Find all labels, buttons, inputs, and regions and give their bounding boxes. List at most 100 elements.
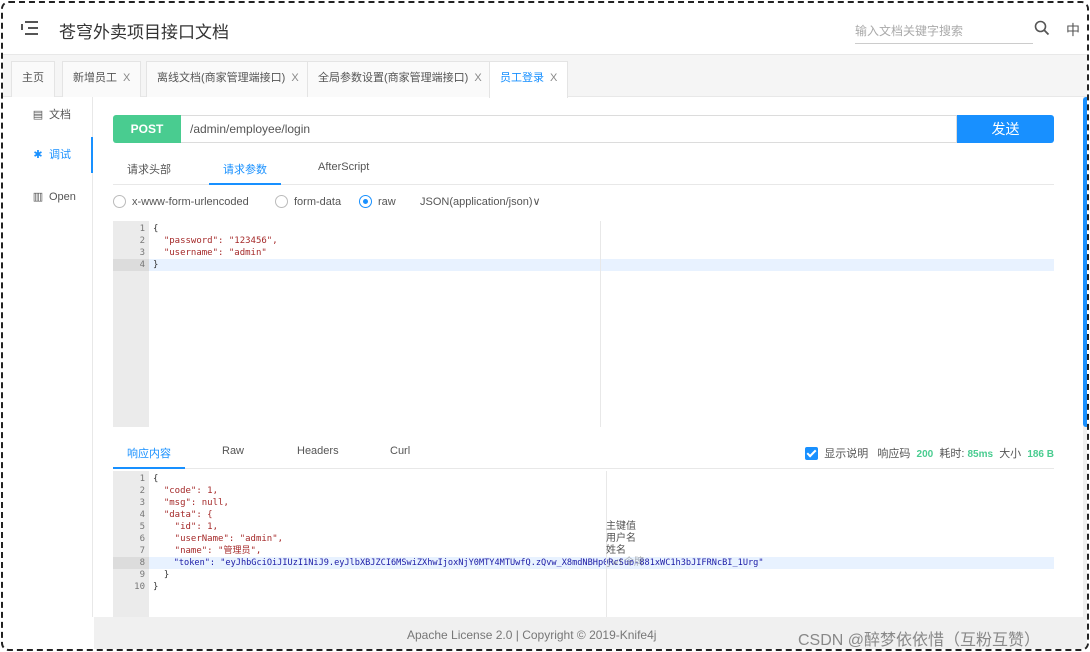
nav-item-document[interactable]: ▤ 文档 bbox=[3, 97, 93, 133]
response-meta: 显示说明 响应码 200 耗时: 85ms 大小 186 B bbox=[805, 445, 1054, 461]
line-number: 1 bbox=[139, 224, 145, 234]
tab-home[interactable]: 主页 bbox=[11, 61, 55, 97]
tab-offline-doc[interactable]: 离线文档(商家管理端接口) X bbox=[146, 61, 310, 97]
code-line: "id": 1, bbox=[153, 522, 219, 532]
code-line: } bbox=[153, 582, 159, 592]
tab-add-employee[interactable]: 新增员工 X bbox=[62, 61, 142, 97]
footer-copyright: Apache License 2.0 | Copyright © 2019-Kn… bbox=[407, 628, 657, 642]
file-icon: ▥ bbox=[32, 191, 44, 203]
field-description: 姓名 bbox=[606, 545, 626, 556]
watermark: CSDN @醉梦依依惜（互粉互赞） bbox=[798, 632, 1041, 649]
debug-panel: POST 发送 请求头部 请求参数 AfterScript x-www-form… bbox=[94, 97, 1084, 617]
vertical-scrollbar[interactable] bbox=[1083, 97, 1087, 617]
show-desc-label: 显示说明 bbox=[824, 448, 869, 460]
close-icon[interactable]: X bbox=[550, 72, 557, 84]
line-number: 3 bbox=[139, 498, 145, 508]
radio-circle bbox=[113, 194, 126, 208]
radio-urlencoded[interactable]: x-www-form-urlencoded bbox=[113, 194, 249, 209]
radio-circle bbox=[275, 194, 288, 208]
http-method-badge: POST bbox=[113, 115, 181, 143]
editor-gutter: 1 2 3 4 5 6 7 8 9 10 bbox=[113, 471, 149, 617]
line-number: 5 bbox=[139, 522, 145, 532]
document-icon: ▤ bbox=[32, 109, 44, 121]
nav-item-debug[interactable]: ✱ 调试 bbox=[3, 137, 93, 173]
time-label: 耗时: bbox=[939, 448, 965, 460]
tab-label: 离线文档(商家管理端接口) bbox=[157, 72, 286, 84]
menu-fold-icon[interactable] bbox=[21, 20, 39, 36]
close-icon[interactable]: X bbox=[474, 72, 481, 84]
code-line: { bbox=[153, 474, 159, 484]
line-number: 2 bbox=[139, 236, 145, 246]
field-description: 用户名 bbox=[606, 533, 636, 544]
code-line: } bbox=[153, 570, 170, 580]
code-line: "code": 1, bbox=[153, 486, 219, 496]
line-number: 3 bbox=[139, 248, 145, 258]
tab-label: 新增员工 bbox=[73, 72, 117, 84]
side-nav: ▤ 文档 ✱ 调试 ▥ Open bbox=[3, 97, 93, 617]
radio-raw[interactable]: raw bbox=[359, 194, 396, 209]
editor-gutter: 1 2 3 4 bbox=[113, 221, 149, 427]
field-description: jwt令牌 bbox=[606, 557, 645, 568]
request-body-editor[interactable]: 1 2 3 4 { "password": "123456", "usernam… bbox=[113, 221, 1054, 427]
tab-response-content[interactable]: 响应内容 bbox=[113, 445, 185, 469]
tab-bar: 主页 新增员工 X 离线文档(商家管理端接口) X 全局参数设置(商家管理端接口) X… bbox=[3, 55, 1087, 98]
size-label: 大小 bbox=[999, 448, 1022, 460]
nav-item-label: Open bbox=[49, 191, 76, 203]
tab-response-curl[interactable]: Curl bbox=[390, 445, 410, 469]
show-desc-checkbox[interactable] bbox=[805, 446, 819, 460]
tab-request-params[interactable]: 请求参数 bbox=[209, 161, 281, 185]
search-icon[interactable] bbox=[1033, 19, 1051, 37]
print-margin bbox=[600, 221, 601, 427]
tab-label: 主页 bbox=[22, 72, 44, 84]
close-icon[interactable]: X bbox=[291, 72, 298, 84]
footer: Apache License 2.0 | Copyright © 2019-Kn… bbox=[94, 617, 1087, 649]
response-size: 186 B bbox=[1027, 449, 1054, 460]
request-tabs: 请求头部 请求参数 AfterScript bbox=[113, 155, 1054, 185]
tab-response-headers[interactable]: Headers bbox=[297, 445, 339, 469]
scrollbar-thumb[interactable] bbox=[1083, 97, 1087, 427]
content-type-select[interactable]: JSON(application/json)∨ bbox=[420, 195, 541, 209]
tab-global-params[interactable]: 全局参数设置(商家管理端接口) X bbox=[307, 61, 493, 97]
line-number: 4 bbox=[139, 510, 145, 520]
close-icon[interactable]: X bbox=[123, 72, 130, 84]
radio-label: x-www-form-urlencoded bbox=[132, 196, 249, 208]
nav-item-label: 调试 bbox=[49, 149, 71, 161]
response-time: 85ms bbox=[967, 449, 994, 460]
radio-label: raw bbox=[378, 196, 396, 208]
nav-item-open[interactable]: ▥ Open bbox=[3, 179, 93, 215]
code-line: "userName": "admin", bbox=[153, 534, 284, 544]
radio-form-data[interactable]: form-data bbox=[275, 194, 342, 209]
line-number: 2 bbox=[139, 486, 145, 496]
code-line: "name": "管理员", bbox=[153, 546, 262, 556]
code-line: "password": "123456", bbox=[153, 236, 278, 246]
code-line-token: "token": "eyJhbGciOiJIUzI1NiJ9.eyJlbXBJZ… bbox=[149, 557, 1054, 569]
language-switch-button[interactable]: 中 bbox=[1066, 20, 1080, 40]
url-input[interactable] bbox=[181, 115, 957, 143]
code-line: "username": "admin" bbox=[153, 248, 267, 258]
line-number: 8 bbox=[113, 557, 149, 569]
header: 苍穹外卖项目接口文档 中 bbox=[3, 3, 1087, 55]
tab-request-headers[interactable]: 请求头部 bbox=[127, 161, 171, 185]
line-number: 7 bbox=[139, 546, 145, 556]
tab-response-raw[interactable]: Raw bbox=[222, 445, 244, 469]
nav-item-label: 文档 bbox=[49, 109, 71, 121]
content-type-label: JSON(application/json) bbox=[420, 196, 533, 208]
tab-employee-login[interactable]: 员工登录 X bbox=[489, 61, 569, 98]
send-button[interactable]: 发送 bbox=[957, 115, 1054, 143]
line-number: 4 bbox=[113, 259, 149, 271]
app-title: 苍穹外卖项目接口文档 bbox=[59, 23, 229, 42]
status-code: 200 bbox=[916, 449, 934, 460]
tab-afterscript[interactable]: AfterScript bbox=[318, 161, 369, 185]
response-body-viewer[interactable]: 1 2 3 4 5 6 7 8 9 10 { "code": 1, "msg":… bbox=[113, 471, 1054, 617]
chevron-down-icon: ∨ bbox=[532, 196, 541, 208]
code-line: "data": { bbox=[153, 510, 213, 520]
line-number: 9 bbox=[139, 570, 145, 580]
response-tabs: 响应内容 Raw Headers Curl 显示说明 响应码 200 耗时: 8… bbox=[113, 437, 1054, 469]
code-line: } bbox=[149, 259, 1054, 271]
radio-label: form-data bbox=[294, 196, 342, 208]
field-description: 主键值 bbox=[606, 521, 636, 532]
radio-circle bbox=[359, 194, 372, 208]
search-input[interactable] bbox=[855, 18, 1033, 44]
code-line: { bbox=[153, 224, 159, 234]
tab-label: 员工登录 bbox=[500, 72, 544, 84]
